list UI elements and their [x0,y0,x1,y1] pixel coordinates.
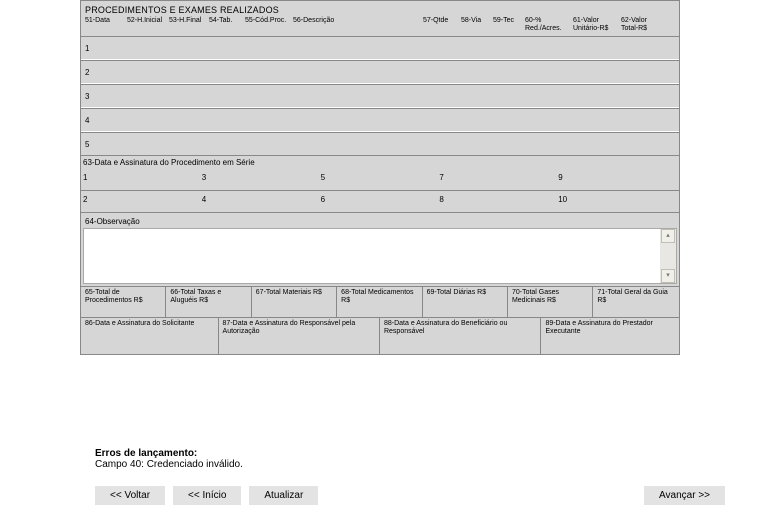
next-button[interactable]: Avançar >> [644,486,725,505]
columns-header: 51-Data 52-H.Inicial 53-H.Final 54-Tab. … [81,17,679,36]
proc-row: 4 [81,108,679,132]
col-57: 57-Qtde [423,17,461,32]
col-51: 51-Data [85,17,127,32]
serie-row-top: 13579 [81,169,679,190]
sign-87: 87-Data e Assinatura do Responsável pela… [219,318,380,354]
col-61: 61-Valor Unitário-R$ [573,17,621,32]
scroll-up-icon[interactable]: ▴ [661,229,675,243]
total-70: 70-Total Gases Medicinais R$ [508,287,593,317]
serie-row-bottom: 246810 [81,190,679,212]
total-69: 69-Total Diárias R$ [423,287,508,317]
sign-88: 88-Data e Assinatura do Beneficiário ou … [380,318,541,354]
proc-row: 2 [81,60,679,84]
obs-label: 64-Observação [83,215,677,228]
start-button[interactable]: << Início [173,486,241,505]
col-54: 54-Tab. [209,17,245,32]
signatures-row: 86-Data e Assinatura do Solicitante 87-D… [81,317,679,354]
errors-block: Erros de lançamento: Campo 40: Credencia… [95,448,243,470]
buttons-right: Avançar >> [644,486,725,505]
total-67: 67-Total Materiais R$ [252,287,337,317]
col-62: 62-Valor Total-R$ [621,17,661,32]
sign-89: 89-Data e Assinatura do Prestador Execut… [541,318,679,354]
col-60: 60-% Red./Acres. [525,17,573,32]
sign-86: 86-Data e Assinatura do Solicitante [81,318,219,354]
proc-row: 1 [81,36,679,60]
total-66: 66-Total Taxas e Aluguéis R$ [166,287,251,317]
col-58: 58-Via [461,17,493,32]
back-button[interactable]: << Voltar [95,486,165,505]
col-59: 59-Tec [493,17,525,32]
buttons-left: << Voltar << Início Atualizar [95,486,318,505]
col-56: 56-Descrição [293,17,423,32]
proc-row: 5 [81,132,679,155]
col-55: 55-Cód.Proc. [245,17,293,32]
total-65: 65-Total de Procedimentos R$ [81,287,166,317]
scroll-down-icon[interactable]: ▾ [661,269,675,283]
serie-label: 63-Data e Assinatura do Procedimento em … [81,155,679,169]
section-title: PROCEDIMENTOS E EXAMES REALIZADOS [81,1,679,17]
obs-textarea[interactable]: ▴ ▾ [83,228,677,284]
errors-title: Erros de lançamento: [95,448,197,459]
proc-row: 3 [81,84,679,108]
col-52: 52-H.Inicial [127,17,169,32]
scrollbar[interactable]: ▴ ▾ [660,229,676,283]
update-button[interactable]: Atualizar [249,486,318,505]
obs-block: 64-Observação ▴ ▾ [81,212,679,286]
col-53: 53-H.Final [169,17,209,32]
form-container: PROCEDIMENTOS E EXAMES REALIZADOS 51-Dat… [80,0,680,355]
errors-line: Campo 40: Credenciado inválido. [95,459,243,470]
total-68: 68-Total Medicamentos R$ [337,287,422,317]
total-71: 71-Total Geral da Guia R$ [593,287,679,317]
totals-row: 65-Total de Procedimentos R$ 66-Total Ta… [81,286,679,317]
